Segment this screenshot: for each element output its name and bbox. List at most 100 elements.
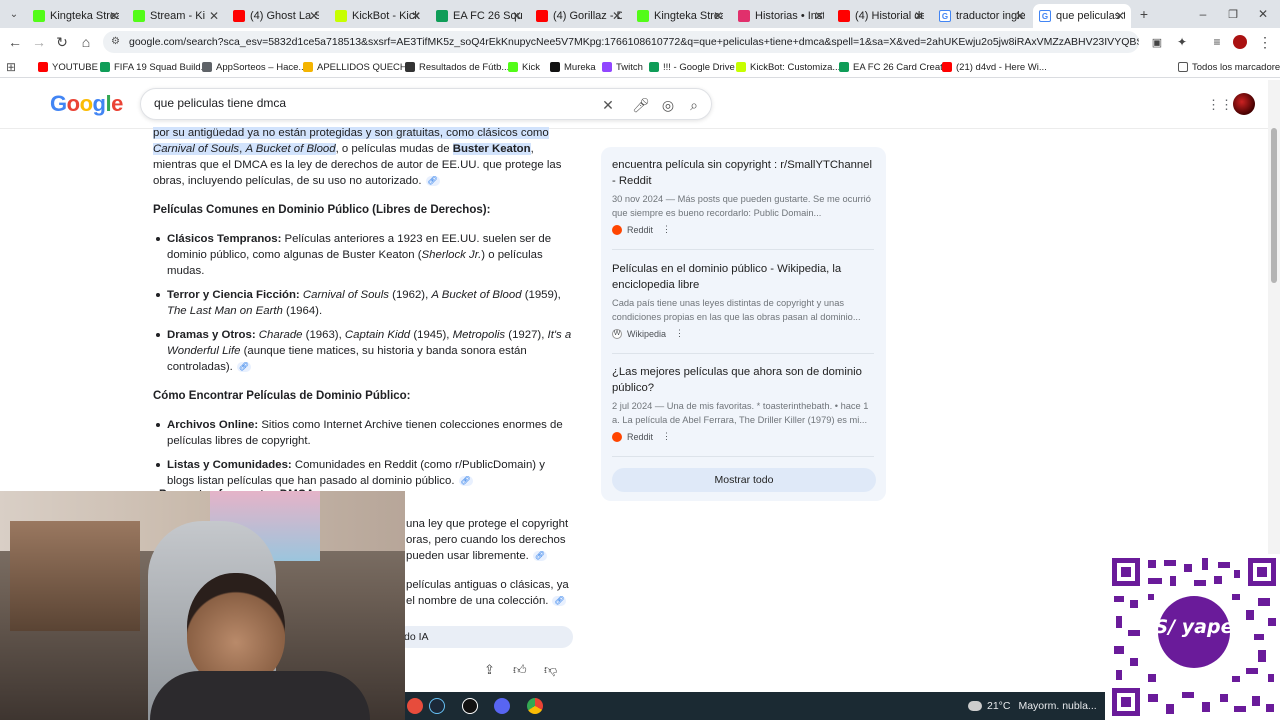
tab-8[interactable]: (4) Historial de ✕ xyxy=(832,4,930,28)
close-tab-icon[interactable]: ✕ xyxy=(109,9,119,23)
streamer-body xyxy=(150,671,370,720)
link-icon[interactable]: 🔗︎ xyxy=(425,175,440,186)
profile-icon[interactable] xyxy=(1230,32,1250,52)
close-tab-icon[interactable]: ✕ xyxy=(1115,9,1125,23)
weather-widget[interactable]: 21°C Mayorm. nubla... xyxy=(968,692,1097,720)
more-options-icon[interactable]: ⋮ xyxy=(675,328,684,339)
avatar[interactable] xyxy=(1233,93,1255,115)
close-tab-icon[interactable]: ✕ xyxy=(512,9,522,23)
media-controls-icon[interactable]: ≡ xyxy=(1207,32,1227,52)
forward-icon[interactable]: → xyxy=(29,32,49,52)
reload-icon[interactable]: ↻ xyxy=(52,32,72,52)
close-tab-icon[interactable]: ✕ xyxy=(309,9,319,23)
address-field[interactable]: ⚙ google.com/search?sca_esv=5832d1ce5a71… xyxy=(103,31,1139,53)
discord-icon[interactable] xyxy=(494,698,510,714)
close-window-icon[interactable]: ✕ xyxy=(1253,4,1273,24)
source-title[interactable]: ¿Las mejores películas que ahora son de … xyxy=(612,364,874,396)
source-title[interactable]: encuentra película sin copyright : r/Sma… xyxy=(612,157,874,189)
item-key: Archivos Online: xyxy=(167,419,259,431)
google-logo[interactable]: Google xyxy=(50,91,123,117)
text-span: (1964). xyxy=(282,305,323,317)
tab-2[interactable]: (4) Ghost La Sc✕ xyxy=(227,4,325,28)
tab-10-active[interactable]: Gque peliculas ti ✕ xyxy=(1033,4,1131,28)
tab-9[interactable]: Gtraductor ingle ✕ xyxy=(933,4,1031,28)
new-tab-icon[interactable]: + xyxy=(1134,4,1154,24)
bookmark-twitch[interactable]: Twitch xyxy=(602,59,643,75)
lens-camera-icon[interactable]: ◎ xyxy=(658,95,678,115)
tab-6[interactable]: Kingteka Strea ✕ xyxy=(631,4,729,28)
sources-panel: encuentra película sin copyright : r/Sma… xyxy=(601,147,886,501)
bookmark-ea-fc[interactable]: EA FC 26 Card Creat... xyxy=(839,59,951,75)
tab-4[interactable]: EA FC 26 Squa ✕ xyxy=(430,4,528,28)
bookmark-apellidos[interactable]: APELLIDOS QUECH... xyxy=(303,59,415,75)
close-tab-icon[interactable]: ✕ xyxy=(814,9,824,23)
bookmark-kick[interactable]: Kick xyxy=(508,59,540,75)
google-header: Google ✕ 🎤︎ ◎ ⌕ ⋮⋮⋮ xyxy=(0,79,1268,129)
tab-0[interactable]: Kingteka Strea ✕ xyxy=(27,4,125,28)
extensions-puzzle-icon[interactable]: ✦ xyxy=(1172,32,1192,52)
ai-mode-button[interactable]: do IA xyxy=(396,626,573,648)
tab-7[interactable]: Historias • Inst ✕ xyxy=(732,4,830,28)
minimize-icon[interactable]: – xyxy=(1193,4,1213,24)
bookmark-youtube[interactable]: YOUTUBE xyxy=(38,59,98,75)
chrome-icon[interactable] xyxy=(527,698,543,714)
bookmark-appsorteos[interactable]: AppSorteos – Hace... xyxy=(202,59,306,75)
list-item: Listas y Comunidades: Comunidades en Red… xyxy=(153,457,573,489)
steam-icon[interactable] xyxy=(429,698,445,714)
google-icon: G xyxy=(939,10,951,22)
source-card[interactable]: ¿Las mejores películas que ahora son de … xyxy=(612,364,874,442)
tab-3[interactable]: KickBot - Kick ✕ xyxy=(329,4,427,28)
thumbs-up-icon[interactable]: 👍︎ xyxy=(513,662,527,678)
apps-grid-icon[interactable]: ⊞ xyxy=(6,59,16,75)
close-tab-icon[interactable]: ✕ xyxy=(411,9,421,23)
bookmark-kickbot[interactable]: KickBot: Customiza... xyxy=(736,59,840,75)
link-icon[interactable]: 🔗︎ xyxy=(532,550,547,561)
text-span: (1927), xyxy=(505,329,548,341)
tab-search-icon[interactable]: ⌄ xyxy=(4,4,24,24)
all-bookmarks[interactable]: Todos los marcadores xyxy=(1178,59,1280,75)
tab-1[interactable]: Stream - Ki ✕ xyxy=(127,4,225,28)
site-info-icon[interactable]: ⚙ xyxy=(111,31,120,53)
bookmark-label: Mureka xyxy=(564,61,596,73)
extension-icon[interactable]: ▣ xyxy=(1147,32,1167,52)
link-icon[interactable]: 🔗︎ xyxy=(552,595,567,606)
obs-icon[interactable] xyxy=(462,698,478,714)
clear-search-icon[interactable]: ✕ xyxy=(598,95,618,115)
close-tab-icon[interactable]: ✕ xyxy=(209,9,219,23)
search-input[interactable] xyxy=(154,96,584,110)
tab-5[interactable]: (4) Gorillaz - D ✕ xyxy=(530,4,628,28)
menu-icon[interactable]: ⋮ xyxy=(1255,32,1275,52)
source-title[interactable]: Películas en el dominio público - Wikipe… xyxy=(612,261,874,293)
share-icon[interactable]: ⇪ xyxy=(484,662,495,678)
show-all-button[interactable]: Mostrar todo xyxy=(612,468,876,492)
close-tab-icon[interactable]: ✕ xyxy=(713,9,723,23)
scrollbar-thumb[interactable] xyxy=(1271,128,1277,283)
bookmark-resultados[interactable]: Resultados de Fútb... xyxy=(405,59,509,75)
back-icon[interactable]: ← xyxy=(5,32,25,52)
bookmark-label: EA FC 26 Card Creat... xyxy=(853,61,951,73)
sheets-icon xyxy=(100,62,110,72)
bookmark-fifa[interactable]: FIFA 19 Squad Build... xyxy=(100,59,209,75)
more-options-icon[interactable]: ⋮ xyxy=(662,224,671,235)
bookmark-google-drive[interactable]: !!! - Google Drive xyxy=(649,59,735,75)
source-card[interactable]: encuentra película sin copyright : r/Sma… xyxy=(612,157,874,235)
close-tab-icon[interactable]: ✕ xyxy=(914,9,924,23)
source-card[interactable]: Películas en el dominio público - Wikipe… xyxy=(612,261,874,339)
person-name: Buster Keaton xyxy=(452,143,531,155)
thumbs-down-icon[interactable]: 👎︎ xyxy=(544,662,557,678)
kickbot-icon xyxy=(736,62,746,72)
microphone-icon[interactable]: 🎤︎ xyxy=(631,95,651,115)
search-icon[interactable]: ⌕ xyxy=(684,95,704,115)
close-tab-icon[interactable]: ✕ xyxy=(1015,9,1025,23)
link-icon[interactable]: 🔗︎ xyxy=(236,361,251,372)
item-key: Clásicos Tempranos: xyxy=(167,233,282,245)
app-icon[interactable] xyxy=(407,698,423,714)
restore-icon[interactable]: ❐ xyxy=(1223,4,1243,24)
bookmark-d4vd[interactable]: (21) d4vd - Here Wi... xyxy=(942,59,1047,75)
more-options-icon[interactable]: ⋮ xyxy=(662,431,671,442)
close-tab-icon[interactable]: ✕ xyxy=(612,9,622,23)
home-icon[interactable]: ⌂ xyxy=(76,32,96,52)
divider xyxy=(612,249,874,250)
bookmark-mureka[interactable]: Mureka xyxy=(550,59,596,75)
link-icon[interactable]: 🔗︎ xyxy=(458,475,473,486)
